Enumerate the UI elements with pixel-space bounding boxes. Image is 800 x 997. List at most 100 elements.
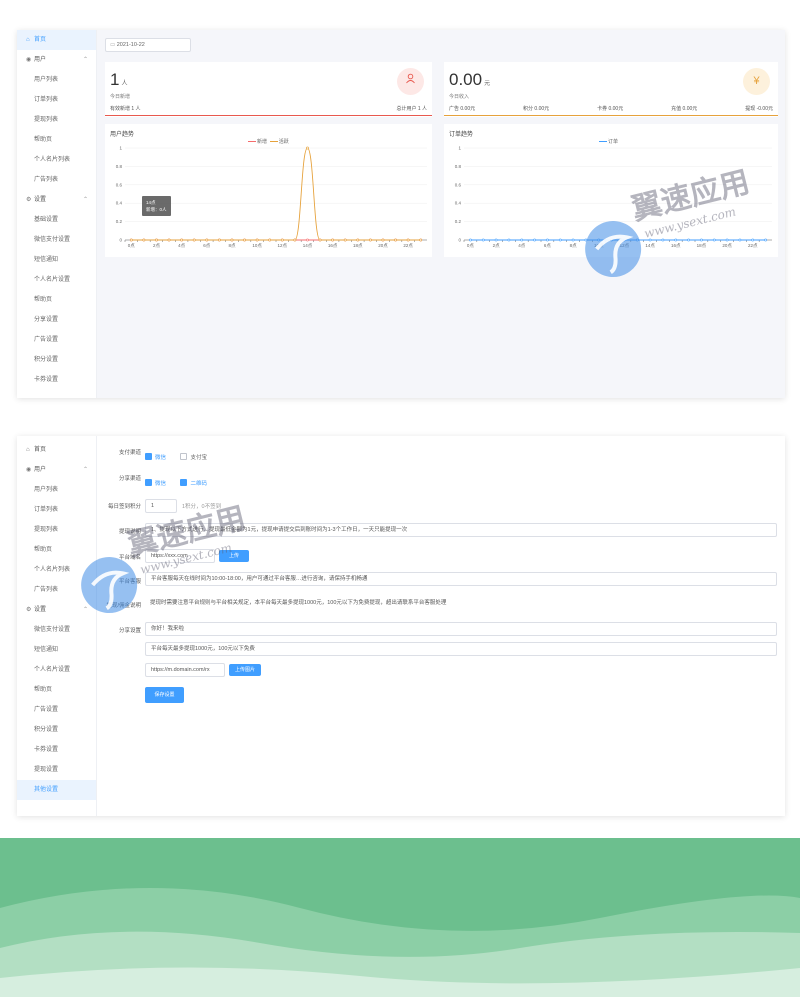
sidebar-item-coupon[interactable]: 卡券设置 bbox=[17, 370, 96, 390]
x-tick-label: 4点 bbox=[518, 243, 526, 249]
sidebar-item-home[interactable]: ⌂ 首页 bbox=[17, 30, 96, 50]
data-point bbox=[610, 238, 613, 242]
share-channel-options: 微信 二维码 bbox=[145, 474, 217, 492]
sidebar-item-help[interactable]: 帮助页 bbox=[17, 130, 96, 150]
chevron-up-icon: ⌃ bbox=[82, 57, 88, 63]
x-tick-label: 2点 bbox=[493, 243, 501, 249]
x-tick-label: 20点 bbox=[378, 243, 388, 249]
daily-points-input[interactable]: 1 bbox=[145, 499, 177, 513]
checkbox-qrcode-share[interactable] bbox=[180, 479, 188, 487]
checkbox-wechat-share[interactable] bbox=[145, 479, 152, 487]
service-input[interactable]: 平台客服每天在线时间为10:00-18:00，用户可通过平台客服…进行咨询，请保… bbox=[145, 572, 777, 586]
sidebar-item-wxpay[interactable]: 微信支付设置 bbox=[17, 230, 96, 250]
domain-input[interactable]: https://xxx.com bbox=[145, 549, 215, 563]
share-desc-input[interactable]: 平台每天最多提现1000元，100元以下免费 bbox=[145, 642, 777, 656]
x-tick-label: 4点 bbox=[178, 243, 186, 249]
sidebar-item-order-list[interactable]: 订单列表 bbox=[17, 90, 96, 110]
data-point bbox=[243, 238, 246, 242]
daily-points-hint: 1积分，0不签到 bbox=[182, 504, 222, 510]
sidebar-item-withdraw-list[interactable]: 提现列表 bbox=[17, 110, 96, 130]
x-tick-label: 16点 bbox=[671, 243, 681, 249]
x-tick-label: 6点 bbox=[544, 243, 552, 249]
sidebar-item-withdraw-settings[interactable]: 提现设置 bbox=[17, 760, 96, 780]
gear-icon: ⚙ bbox=[26, 197, 32, 203]
share-url-input[interactable]: https://m.domain.com/rx bbox=[145, 663, 225, 677]
user-icon bbox=[397, 68, 424, 95]
order-trend-card: 订单趋势 订单 0 0.2 0.4 0.6 0.8 1 0点 2点 4点 6点 8点 10点 12点 14… bbox=[444, 124, 778, 257]
y-tick-label: 0.8 bbox=[116, 164, 123, 169]
data-point bbox=[546, 238, 549, 242]
chevron-up-icon: ⌃ bbox=[82, 197, 88, 203]
pay-channel-label: 支付渠道 bbox=[118, 450, 141, 456]
data-point bbox=[180, 238, 184, 242]
y-tick-label: 0.6 bbox=[455, 182, 462, 187]
x-tick-label: 2点 bbox=[153, 243, 161, 249]
sidebar-item-user-list[interactable]: 用户列表 bbox=[17, 480, 96, 500]
checkbox-alipay[interactable] bbox=[180, 453, 188, 461]
y-tick-label: 0 bbox=[458, 238, 461, 243]
data-point bbox=[661, 238, 665, 242]
data-point bbox=[725, 238, 729, 242]
data-point bbox=[406, 238, 410, 242]
sidebar-item-ad[interactable]: 广告设置 bbox=[17, 330, 96, 350]
sidebar-group-user[interactable]: ◉ 用户 ⌃ bbox=[17, 50, 96, 70]
data-point bbox=[764, 238, 767, 242]
sidebar-item-sms[interactable]: 短信通知 bbox=[17, 250, 96, 270]
settings-screenshot: ⌂ 首页 ◉ 用户 ⌃ 用户列表 订单列表 提现列表 帮助页 个人名片列表 广告列表 … bbox=[17, 436, 785, 816]
data-point bbox=[318, 238, 322, 242]
data-point bbox=[192, 238, 196, 242]
x-tick-label: 16点 bbox=[328, 243, 338, 249]
income-ad: 广告 0.00元 bbox=[449, 106, 476, 112]
x-tick-label: 18点 bbox=[697, 243, 707, 249]
income-footer: 广告 0.00元 积分 0.00元 卡券 0.00元 充值 0.00元 提现 -… bbox=[444, 104, 778, 116]
sidebar-item-card-settings[interactable]: 个人名片设置 bbox=[17, 270, 96, 290]
sidebar-item-sms[interactable]: 短信通知 bbox=[17, 640, 96, 660]
sidebar-item-share[interactable]: 分享设置 bbox=[17, 310, 96, 330]
order-trend-chart: 00.20.40.60.810点 2点 4点 6点 8点 10点 12点 14点 16点 18点 2… bbox=[455, 146, 772, 249]
service-label: 平台客服 bbox=[118, 579, 141, 585]
sidebar-item-user-list[interactable]: 用户列表 bbox=[17, 70, 96, 90]
sidebar-item-ad[interactable]: 广告设置 bbox=[17, 700, 96, 720]
tip-input[interactable]: 提现时需要注意平台规则与平台相关规定，本平台每天最多提现1000元，100元以下… bbox=[145, 597, 777, 611]
y-tick-label: 0.6 bbox=[116, 182, 123, 187]
date-value: 2021-10-22 bbox=[116, 42, 145, 48]
data-point bbox=[142, 238, 146, 242]
sidebar-item-other[interactable]: 其他设置 bbox=[17, 780, 96, 800]
checkbox-wechat-pay[interactable] bbox=[145, 453, 152, 461]
data-point bbox=[230, 238, 234, 242]
tip-label: 提现/佣金说明 bbox=[106, 603, 141, 609]
user-trend-chart: 00.20.40.60.810点 2点 4点 6点 8点 10点 12点 14点 16点 18点 2… bbox=[116, 146, 427, 249]
sidebar-item-help-settings[interactable]: 帮助页 bbox=[17, 290, 96, 310]
data-point bbox=[571, 238, 575, 242]
data-point bbox=[584, 238, 588, 242]
valid-new-users: 有效新增 1 人 bbox=[110, 106, 141, 112]
sidebar-item-points[interactable]: 积分设置 bbox=[17, 720, 96, 740]
user-trend-card: 用户趋势 新增 活跃 0 0.2 0.4 0.6 0.8 1 0点 2点 4点 6点 8点 10点 12… bbox=[105, 124, 432, 257]
x-tick-label: 22点 bbox=[403, 243, 413, 249]
data-point bbox=[356, 238, 360, 242]
sidebar-item-card-settings[interactable]: 个人名片设置 bbox=[17, 660, 96, 680]
sidebar-item-basic[interactable]: 基础设置 bbox=[17, 210, 96, 230]
share-title-input[interactable]: 你好！我来啦 bbox=[145, 622, 777, 636]
sidebar-item-points[interactable]: 积分设置 bbox=[17, 350, 96, 370]
income-points: 积分 0.00元 bbox=[523, 106, 550, 112]
green-wave-background bbox=[0, 838, 800, 997]
save-settings-button[interactable]: 保存设置 bbox=[145, 687, 184, 703]
withdraw-note-input[interactable]: 1、提现以下方式进行…提现最低金额为1元，提现申请提交后到账时间为1-3个工作日… bbox=[145, 523, 777, 537]
share-channel-label: 分享渠道 bbox=[118, 476, 141, 482]
sidebar-item-coupon[interactable]: 卡券设置 bbox=[17, 740, 96, 760]
data-point bbox=[648, 238, 652, 242]
data-point bbox=[597, 238, 601, 242]
data-point bbox=[533, 238, 536, 242]
share-image-upload-button[interactable]: 上传图片 bbox=[229, 664, 261, 676]
domain-upload-button[interactable]: 上传 bbox=[219, 550, 249, 562]
data-point bbox=[293, 238, 297, 242]
sidebar-group-settings[interactable]: ⚙ 设置 ⌃ bbox=[17, 190, 96, 210]
sidebar-item-card-list[interactable]: 个人名片列表 bbox=[17, 150, 96, 170]
data-point bbox=[343, 238, 347, 242]
y-tick-label: 0.4 bbox=[116, 201, 123, 206]
data-point bbox=[469, 238, 472, 242]
sidebar-item-help-settings[interactable]: 帮助页 bbox=[17, 680, 96, 700]
date-picker[interactable]: ▭ 2021-10-22 bbox=[105, 38, 191, 52]
sidebar-item-ad-list[interactable]: 广告列表 bbox=[17, 170, 96, 190]
